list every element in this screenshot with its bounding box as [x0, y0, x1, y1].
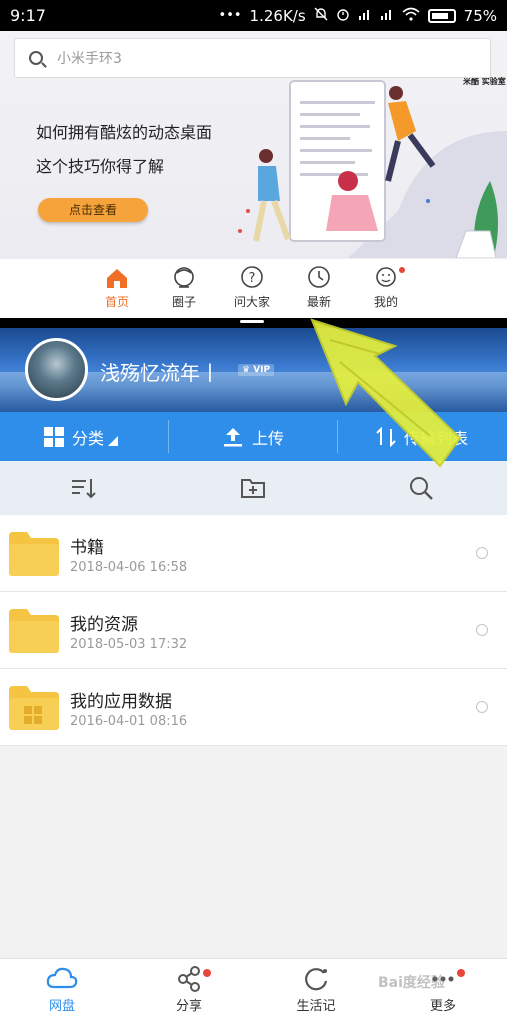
alarm-icon	[336, 7, 350, 25]
avatar[interactable]	[25, 338, 88, 401]
action-separator-2	[337, 420, 338, 453]
sort-icon[interactable]	[70, 475, 96, 501]
home-icon	[107, 269, 127, 288]
file-date: 2018-05-03 17:32	[70, 637, 188, 652]
life-record-icon	[305, 968, 328, 991]
share-icon	[178, 966, 200, 992]
svg-text:?: ?	[249, 271, 256, 286]
tab-ask-label: 问大家	[233, 295, 270, 309]
nav-cloud-disk[interactable]: 网盘	[22, 965, 102, 1014]
split-divider[interactable]	[0, 318, 507, 328]
tab-mine-label: 我的	[373, 295, 398, 309]
select-radio[interactable]	[476, 547, 488, 559]
signal-icon	[358, 7, 372, 25]
search-input[interactable]: 小米手环3	[14, 38, 491, 78]
empty-area	[0, 747, 507, 958]
search-icon[interactable]	[408, 475, 434, 501]
folder-icon	[9, 532, 59, 576]
list-item[interactable]: 我的应用数据 2016-04-01 08:16	[0, 669, 507, 746]
file-name: 我的资源	[70, 615, 138, 635]
battery-icon	[427, 8, 456, 23]
nav-life-label: 生活记	[296, 999, 336, 1014]
nav-more-label: 更多	[429, 999, 456, 1014]
view-button[interactable]: 点击查看	[38, 198, 148, 222]
cloud-icon	[46, 967, 78, 989]
file-name: 我的应用数据	[70, 692, 172, 712]
status-bar: 9:17 ••• 1.26K/s 75%	[0, 0, 507, 31]
community-tab-bar: 首页 圈子 ? 问大家 最新 我的	[0, 258, 507, 318]
tab-home-label: 首页	[104, 295, 129, 309]
folder-icon	[9, 609, 59, 653]
crown-icon: ♛	[242, 365, 251, 375]
tab-latest-label: 最新	[306, 295, 331, 309]
status-time: 9:17	[10, 6, 46, 25]
transfer-list-label: 传输列表	[404, 428, 469, 448]
action-separator	[168, 420, 169, 453]
circle-face-icon	[174, 267, 194, 288]
username: 浅殇忆流年丨	[100, 361, 220, 385]
search-placeholder: 小米手环3	[57, 51, 122, 67]
mute-bell-icon	[314, 7, 328, 25]
notification-badge	[457, 969, 465, 977]
banner-subheadline: 这个技巧你得了解	[36, 157, 165, 176]
tab-mine[interactable]: 我的	[351, 265, 421, 310]
nav-cloud-label: 网盘	[48, 999, 75, 1014]
banner-headline: 如何拥有酷炫的动态桌面	[36, 123, 213, 142]
search-icon	[29, 51, 43, 65]
nav-share[interactable]: 分享	[149, 965, 229, 1014]
file-list: 书籍 2018-04-06 16:58 我的资源 2018-05-03 17:3…	[0, 515, 507, 746]
battery-level: 75%	[463, 6, 497, 25]
tab-home[interactable]: 首页	[82, 265, 152, 310]
notification-badge	[203, 969, 211, 977]
divider-handle[interactable]	[240, 320, 264, 323]
list-item[interactable]: 我的资源 2018-05-03 17:32	[0, 592, 507, 669]
select-radio[interactable]	[476, 624, 488, 636]
clock-icon	[308, 266, 330, 288]
nav-life-record[interactable]: 生活记	[276, 965, 356, 1014]
tab-circle[interactable]: 圈子	[149, 265, 219, 310]
banner-illustration	[228, 71, 507, 271]
category-label: 分类	[72, 428, 105, 448]
community-app: 米酷 实验室 如何拥有酷炫的动态桌面 这个技巧你得了解 点击查看 小米手环3 首…	[0, 31, 507, 318]
file-name: 书籍	[70, 538, 104, 558]
signal-icon-2	[380, 7, 394, 25]
network-speed: 1.26K/s	[249, 6, 306, 25]
file-date: 2016-04-01 08:16	[70, 714, 188, 729]
notification-badge	[399, 267, 405, 273]
question-icon: ?	[241, 266, 263, 288]
profile-header: 浅殇忆流年丨 ♛ VIP	[0, 328, 507, 412]
app-folder-icon	[9, 686, 59, 730]
wifi-icon	[402, 7, 420, 25]
nav-share-label: 分享	[175, 999, 202, 1014]
smiley-icon	[376, 267, 396, 287]
new-folder-icon[interactable]	[240, 475, 266, 501]
select-radio[interactable]	[476, 701, 488, 713]
file-date: 2018-04-06 16:58	[70, 560, 188, 575]
action-bar: 分类 上传 传输列表	[0, 412, 507, 461]
vip-label: VIP	[253, 365, 271, 375]
list-item[interactable]: 书籍 2018-04-06 16:58	[0, 515, 507, 592]
dropdown-triangle-icon	[108, 435, 119, 446]
watermark: Bai度经验	[378, 975, 445, 991]
category-button[interactable]: 分类	[44, 412, 119, 461]
tab-latest[interactable]: 最新	[284, 265, 354, 310]
tab-circle-label: 圈子	[171, 295, 196, 309]
brand-logo: 米酷 实验室	[463, 77, 506, 86]
file-toolbar	[0, 461, 507, 515]
upload-button[interactable]: 上传	[222, 412, 284, 461]
transfer-list-button[interactable]: 传输列表	[376, 412, 468, 461]
vip-badge: ♛ VIP	[238, 364, 275, 376]
transfer-icon	[376, 426, 396, 447]
dots-icon: •••	[218, 8, 242, 23]
upload-icon	[224, 427, 242, 446]
grid-icon	[44, 426, 64, 447]
upload-label: 上传	[252, 428, 285, 448]
tab-ask[interactable]: ? 问大家	[217, 265, 287, 310]
